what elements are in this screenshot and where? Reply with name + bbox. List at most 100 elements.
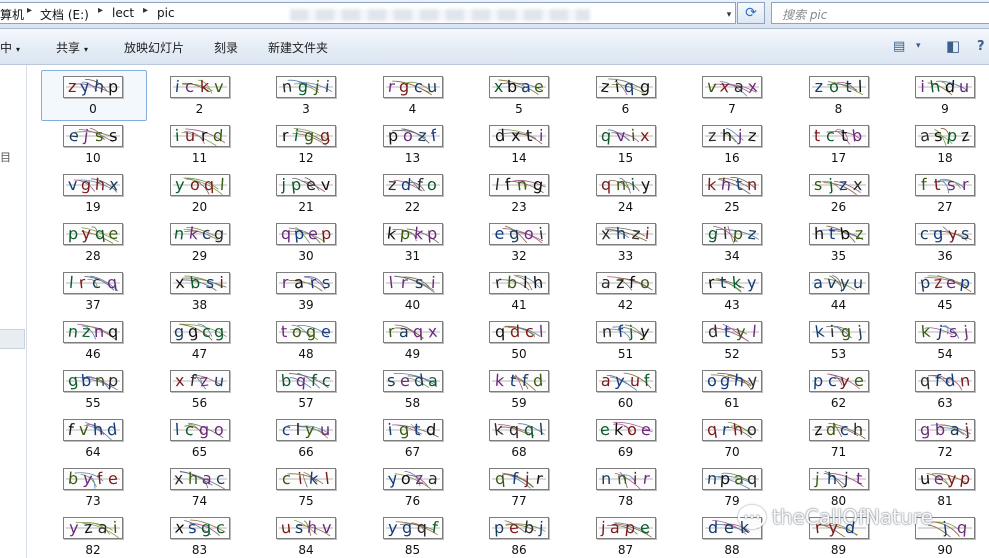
file-item[interactable]: q f d n 63	[895, 363, 989, 410]
breadcrumb-pic[interactable]: pic	[157, 6, 175, 20]
file-item[interactable]: f t s r 27	[895, 167, 989, 214]
file-item[interactable]: rgcu4	[363, 69, 463, 116]
file-item[interactable]: r i g g 12	[256, 118, 356, 165]
file-item[interactable]: q v i x 15	[576, 118, 676, 165]
file-item[interactable]: g b n p 55	[43, 363, 143, 410]
file-item[interactable]: g g c g 47	[150, 314, 250, 361]
breadcrumb-separator[interactable]: ▸	[143, 5, 148, 16]
file-item[interactable]: a z f o 42	[576, 265, 676, 312]
file-item[interactable]: p c y e 62	[789, 363, 889, 410]
file-item[interactable]: d x t i 14	[469, 118, 569, 165]
file-item[interactable]: zyhp0	[41, 69, 147, 121]
file-item[interactable]: z h j z 16	[682, 118, 782, 165]
file-item[interactable]: y z a i 82	[43, 510, 143, 557]
file-item[interactable]: z d c h 71	[789, 412, 889, 459]
file-item[interactable]: e g o i 32	[469, 216, 569, 263]
file-item[interactable]: r a r s 39	[256, 265, 356, 312]
nav-item-partial[interactable]: 目	[0, 149, 11, 165]
file-item[interactable]: p o z f 13	[363, 118, 463, 165]
file-item[interactable]: t c t b 17	[789, 118, 889, 165]
file-item[interactable]: c l y u 66	[256, 412, 356, 459]
file-item[interactable]: e j s s 10	[43, 118, 143, 165]
file-item[interactable]: p e b j 86	[469, 510, 569, 557]
file-item[interactable]: n n i r 78	[576, 461, 676, 508]
file-item[interactable]: r a q x 49	[363, 314, 463, 361]
file-item[interactable]: x h a c 74	[150, 461, 250, 508]
file-item[interactable]: x f z u 56	[150, 363, 250, 410]
file-item[interactable]: e k o e 69	[576, 412, 676, 459]
file-item[interactable]: q r h o 70	[682, 412, 782, 459]
file-item[interactable]: b y f e 73	[43, 461, 143, 508]
file-item[interactable]: ihdu9	[895, 69, 989, 116]
search-input[interactable]: 搜索 pic	[771, 2, 989, 24]
file-item[interactable]: k h t n 25	[682, 167, 782, 214]
file-item[interactable]: q n i y 24	[576, 167, 676, 214]
share-button[interactable]: 共享 ▾	[56, 39, 88, 56]
breadcrumb-separator[interactable]: ▸	[98, 5, 103, 16]
file-item[interactable]: n z n q 46	[43, 314, 143, 361]
file-item[interactable]: y o q l 20	[150, 167, 250, 214]
file-item[interactable]: j a p e 87	[576, 510, 676, 557]
file-item[interactable]: k q q l 68	[469, 412, 569, 459]
file-item[interactable]: j p e v 21	[256, 167, 356, 214]
file-item[interactable]: k j s j 54	[895, 314, 989, 361]
file-item[interactable]: u e y p 81	[895, 461, 989, 508]
breadcrumb-lect[interactable]: lect	[112, 6, 134, 20]
file-item[interactable]: q p e p 30	[256, 216, 356, 263]
preview-pane-icon[interactable]: ◧	[946, 37, 960, 55]
file-item[interactable]: ngji3	[256, 69, 356, 116]
file-item[interactable]: x b s i 38	[150, 265, 250, 312]
address-field[interactable]: 算机 ▸ 文档 (E:) ▸ lect ▸ pic ▾	[0, 2, 736, 24]
file-item[interactable]: r b l h 41	[469, 265, 569, 312]
file-item[interactable]: zotl8	[789, 69, 889, 116]
file-item[interactable]: g b a j 72	[895, 412, 989, 459]
file-item[interactable]: xbae5	[469, 69, 569, 116]
file-item[interactable]: l r c q 37	[43, 265, 143, 312]
file-item[interactable]: z d f o 22	[363, 167, 463, 214]
file-item[interactable]: p z e p 45	[895, 265, 989, 312]
slideshow-button[interactable]: 放映幻灯片	[124, 39, 184, 56]
file-item[interactable]: b q f c 57	[256, 363, 356, 410]
file-item[interactable]: i u r d 11	[150, 118, 250, 165]
file-item[interactable]: p y q e 28	[43, 216, 143, 263]
file-item[interactable]: k t f d 59	[469, 363, 569, 410]
help-icon[interactable]: ?	[977, 38, 985, 54]
file-item[interactable]: q d c l 50	[469, 314, 569, 361]
file-item[interactable]: l c g o 65	[150, 412, 250, 459]
file-item[interactable]: j h j t 80	[789, 461, 889, 508]
nav-selected-item[interactable]	[0, 329, 25, 349]
refresh-button[interactable]: ⟳	[737, 2, 765, 24]
file-item[interactable]: t o g e 48	[256, 314, 356, 361]
view-options-icon[interactable]: ▤	[893, 38, 905, 54]
file-item[interactable]: i g t d 67	[363, 412, 463, 459]
file-item[interactable]: v g h x 19	[43, 167, 143, 214]
file-item[interactable]: u s h v 84	[256, 510, 356, 557]
file-item[interactable]: d t y l 52	[682, 314, 782, 361]
file-item[interactable]: r t k y 43	[682, 265, 782, 312]
file-item[interactable]: g i p z 34	[682, 216, 782, 263]
burn-button[interactable]: 刻录	[214, 39, 238, 56]
file-item[interactable]: y g q f 85	[363, 510, 463, 557]
file-item[interactable]: c g y s 36	[895, 216, 989, 263]
file-item[interactable]: l r s i 40	[363, 265, 463, 312]
file-item[interactable]: k p k p 31	[363, 216, 463, 263]
file-item[interactable]: y o z a 76	[363, 461, 463, 508]
include-in-library-button[interactable]: 中 ▾	[0, 39, 20, 56]
file-item[interactable]: n k c g 29	[150, 216, 250, 263]
file-item[interactable]: x s g c 83	[150, 510, 250, 557]
file-item[interactable]: x h z i 33	[576, 216, 676, 263]
breadcrumb-computer[interactable]: 算机	[0, 6, 24, 23]
file-item[interactable]: ickv2	[150, 69, 250, 116]
view-dropdown-icon[interactable]: ▾	[916, 38, 921, 54]
new-folder-button[interactable]: 新建文件夹	[268, 39, 328, 56]
file-item[interactable]: vxax7	[682, 69, 782, 116]
breadcrumb-separator[interactable]: ▸	[27, 5, 32, 16]
file-item[interactable]: ziqg6	[576, 69, 676, 116]
file-item[interactable]: f v h d 64	[43, 412, 143, 459]
breadcrumb-drive[interactable]: 文档 (E:)	[40, 6, 89, 23]
file-item[interactable]: k i g j 53	[789, 314, 889, 361]
file-item[interactable]: l f n g 23	[469, 167, 569, 214]
file-item[interactable]: h t b z 35	[789, 216, 889, 263]
file-item[interactable]: s e d a 58	[363, 363, 463, 410]
file-item[interactable]: c i k l 75	[256, 461, 356, 508]
